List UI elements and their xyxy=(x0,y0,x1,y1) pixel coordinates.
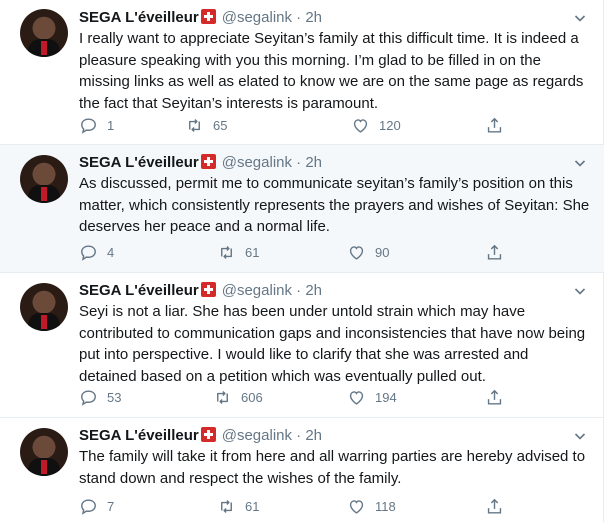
red-cross-icon xyxy=(200,154,216,169)
timestamp[interactable]: 2h xyxy=(305,154,322,171)
separator-dot: · xyxy=(296,427,302,444)
author-handle[interactable]: @segalink xyxy=(222,282,292,299)
reply-icon xyxy=(81,244,96,261)
reply-icon xyxy=(81,117,96,134)
retweet-count: 61 xyxy=(245,244,260,260)
retweet-icon xyxy=(221,499,232,513)
like-count: 90 xyxy=(375,244,390,260)
heart-icon xyxy=(349,499,364,514)
author-name[interactable]: SEGA L'éveilleur xyxy=(79,154,199,171)
avatar[interactable] xyxy=(20,9,68,57)
share-icon xyxy=(487,244,502,260)
timestamp[interactable]: 2h xyxy=(305,9,322,26)
reply-count: 4 xyxy=(107,244,115,260)
like-button[interactable]: 118 xyxy=(347,496,396,516)
retweet-count: 61 xyxy=(245,498,260,514)
tweet-header: SEGA L'éveilleur @segalink · 2h xyxy=(79,153,322,173)
separator-dot: · xyxy=(296,9,302,26)
chevron-down-icon[interactable] xyxy=(574,157,586,169)
heart-icon xyxy=(349,390,364,405)
reply-count: 1 xyxy=(107,117,115,133)
tweet-text: Seyi is not a liar. She has been under u… xyxy=(79,303,586,385)
reply-count: 53 xyxy=(107,389,122,405)
tweet[interactable]: SEGA L'éveilleur @segalink · 2h I really … xyxy=(0,0,604,145)
retweet-count: 65 xyxy=(213,117,228,133)
tweet-feed: SEGA L'éveilleur @segalink · 2h I really … xyxy=(0,0,604,522)
timestamp[interactable]: 2h xyxy=(305,282,322,299)
author-handle[interactable]: @segalink xyxy=(222,154,292,171)
like-count: 118 xyxy=(375,498,396,514)
share-button[interactable] xyxy=(485,242,504,262)
avatar[interactable] xyxy=(20,428,68,476)
reply-icon xyxy=(81,498,96,515)
like-button[interactable]: 120 xyxy=(351,115,401,135)
like-button[interactable]: 194 xyxy=(347,387,397,407)
share-button[interactable] xyxy=(485,387,504,407)
reply-icon xyxy=(81,389,96,406)
reply-button[interactable]: 1 xyxy=(79,115,114,135)
chevron-down-icon[interactable] xyxy=(574,430,586,442)
author-handle[interactable]: @segalink xyxy=(222,427,292,444)
tweet-header: SEGA L'éveilleur @segalink · 2h xyxy=(79,281,322,301)
retweet-button[interactable]: 606 xyxy=(213,387,263,407)
red-cross-icon xyxy=(200,282,216,297)
tweet-text: As discussed, permit me to communicate s… xyxy=(79,175,590,235)
avatar[interactable] xyxy=(20,155,68,203)
reply-button[interactable]: 7 xyxy=(79,496,114,516)
heart-icon xyxy=(353,118,368,133)
chevron-down-icon[interactable] xyxy=(574,285,586,297)
retweet-button[interactable]: 61 xyxy=(217,496,259,516)
red-cross-icon xyxy=(200,9,216,24)
red-cross-icon xyxy=(200,427,216,442)
tweet-header: SEGA L'éveilleur @segalink · 2h xyxy=(79,8,322,28)
tweet-header: SEGA L'éveilleur @segalink · 2h xyxy=(79,426,322,446)
tweet[interactable]: SEGA L'éveilleur @segalink · 2h The famil… xyxy=(0,418,604,522)
tweet[interactable]: SEGA L'éveilleur @segalink · 2h As discus… xyxy=(0,145,604,273)
reply-button[interactable]: 53 xyxy=(79,387,121,407)
author-name[interactable]: SEGA L'éveilleur xyxy=(79,282,199,299)
like-button[interactable]: 90 xyxy=(347,242,389,262)
share-button[interactable] xyxy=(485,115,504,135)
retweet-button[interactable]: 65 xyxy=(185,115,227,135)
tweet-text: The family will take it from here and al… xyxy=(79,448,586,487)
tweet[interactable]: SEGA L'éveilleur @segalink · 2h Seyi is n… xyxy=(0,273,604,418)
retweet-icon xyxy=(217,390,228,404)
retweet-icon xyxy=(221,245,232,259)
author-name[interactable]: SEGA L'éveilleur xyxy=(79,9,199,26)
separator-dot: · xyxy=(296,154,302,171)
share-icon xyxy=(487,117,502,133)
share-icon xyxy=(487,498,502,514)
retweet-count: 606 xyxy=(241,389,263,405)
share-button[interactable] xyxy=(485,496,504,516)
avatar[interactable] xyxy=(20,283,68,331)
retweet-button[interactable]: 61 xyxy=(217,242,259,262)
like-count: 194 xyxy=(375,389,397,405)
heart-icon xyxy=(349,245,364,260)
timestamp[interactable]: 2h xyxy=(305,427,322,444)
reply-button[interactable]: 4 xyxy=(79,242,114,262)
like-count: 120 xyxy=(379,117,401,133)
share-icon xyxy=(487,389,502,405)
tweet-text: I really want to appreciate Seyitan’s fa… xyxy=(79,30,584,112)
chevron-down-icon[interactable] xyxy=(574,12,586,24)
separator-dot: · xyxy=(296,282,302,299)
retweet-icon xyxy=(189,118,200,132)
reply-count: 7 xyxy=(107,498,115,514)
author-handle[interactable]: @segalink xyxy=(222,9,292,26)
author-name[interactable]: SEGA L'éveilleur xyxy=(79,427,199,444)
